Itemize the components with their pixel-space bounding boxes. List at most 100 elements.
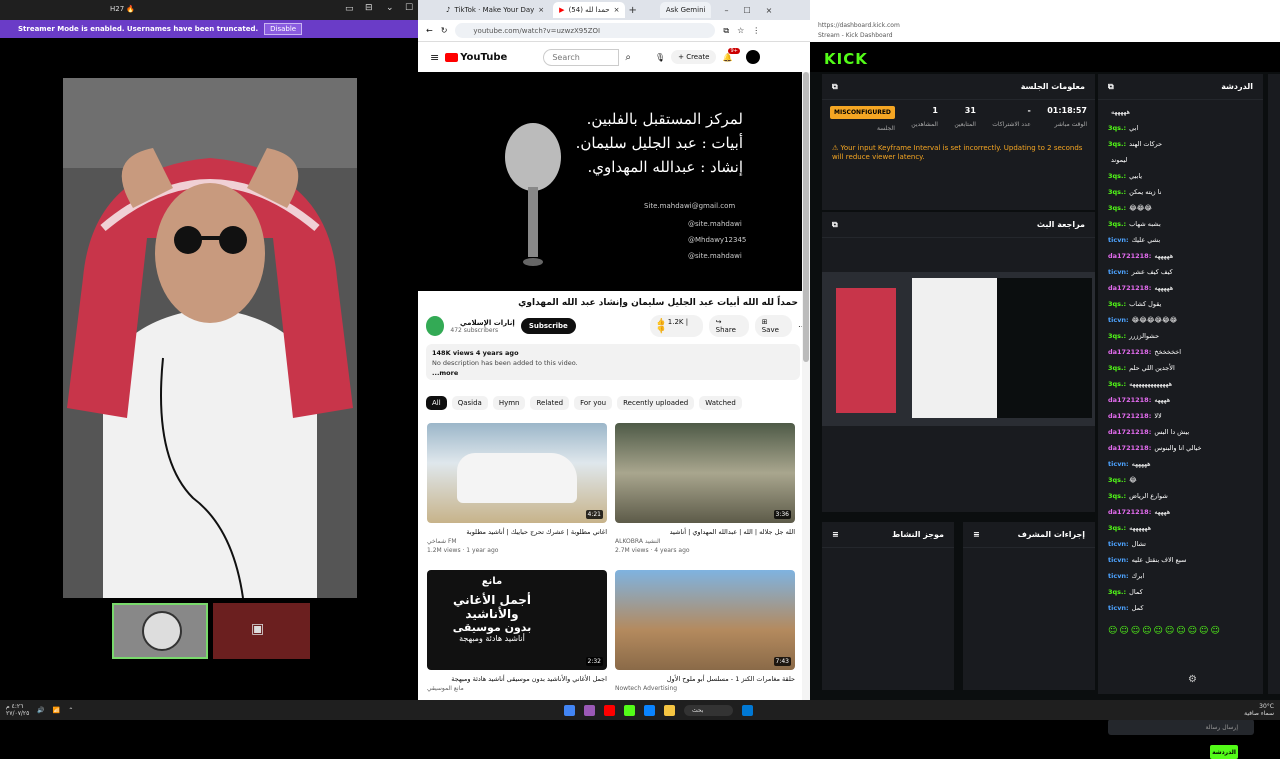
video-card[interactable]: 4:21 اغاني مطلوبة | عشرك تحرج حبايبك | أ… [427,423,607,555]
clock[interactable]: ٤:٢٦ م ٢٧/٠٧/٢٥ [6,703,29,717]
video-card[interactable]: 3:36 الله جل جلاله | الله | عبدالله المه… [615,423,795,555]
scrollbar[interactable] [802,72,810,700]
chat-username[interactable]: da1721218: [1108,284,1151,292]
video-thumbnail[interactable]: 4:21 [427,423,607,523]
chat-username[interactable]: 3qs.: [1108,380,1126,388]
minimize-icon[interactable]: – [724,6,728,15]
video-thumbnail[interactable]: مانع أجمل الأغاني والأناشيد بدون موسيقى … [427,570,607,670]
subscribe-button[interactable]: Subscribe [520,318,576,334]
mic-icon[interactable]: 🎙 [655,53,665,62]
chat-username[interactable]: da1721218: [1108,348,1151,356]
chat-username[interactable]: da1721218: [1108,444,1151,452]
video-card-title[interactable]: اجمل الأغاني والأناشيد بدون موسيقى أناشي… [427,675,607,684]
more-link[interactable]: ...more [432,368,794,378]
bell-icon[interactable]: 🔔 9+ [722,47,740,62]
video-card-title[interactable]: اغاني مطلوبة | عشرك تحرج حبايبك | أناشيد… [427,528,607,537]
chat-username[interactable]: 3qs.: [1108,492,1126,500]
video-thumbnail[interactable]: 3:36 [615,423,795,523]
edge-icon[interactable] [644,704,656,716]
chat-username[interactable]: ticvn: [1108,604,1129,612]
folder-icon[interactable] [664,704,676,716]
app-icon[interactable] [584,704,596,716]
chat-username[interactable]: 3qs.: [1108,332,1126,340]
ask-gemini-button[interactable]: Ask Gemini [659,2,712,18]
chat-username[interactable]: 3qs.: [1108,476,1126,484]
filter-icon[interactable]: ≡ [973,530,980,539]
share-button[interactable]: ↪ Share [708,315,749,337]
stream-preview-screen[interactable] [822,272,1095,426]
popout-icon[interactable]: ⧉ [832,82,838,92]
scrollbar-thumb[interactable] [803,72,809,362]
chat-username[interactable]: 3qs.: [1108,172,1126,180]
filter-icon[interactable]: ≡ [832,530,839,539]
chat-username[interactable]: da1721218: [1108,508,1151,516]
video-card-channel[interactable]: شماخي FM [427,537,607,546]
chevron-down-icon[interactable]: ⌄ [386,3,394,13]
chat-username[interactable]: 3qs.: [1108,364,1126,372]
chrome-icon[interactable] [564,704,576,716]
cast-icon[interactable]: ⧉ [723,26,729,36]
popout-icon[interactable]: ⧉ [832,220,838,230]
kick-url[interactable]: https://dashboard.kick.com [818,21,1272,31]
chat-username[interactable]: 3qs.: [1108,524,1126,532]
channel-avatar[interactable] [426,316,445,336]
chat-username[interactable]: 3qs.: [1108,204,1126,212]
minimize-icon[interactable]: ▭ [345,4,354,14]
chat-username[interactable]: ticvn: [1108,316,1129,324]
participant-thumbnail[interactable] [112,603,208,659]
description-box[interactable]: 148K views 4 years ago No description ha… [426,344,800,380]
windows-start-icon[interactable] [742,704,754,716]
video-card-title[interactable]: حلقة مغامرات الكنز 1 - مسلسل أبو ملوح ال… [615,675,795,684]
close-window-icon[interactable]: × [766,6,773,15]
camera-off-tile[interactable]: ▣ [213,603,310,659]
search-icon[interactable]: ⌕ [625,52,631,63]
chat-username[interactable]: 3qs.: [1108,188,1126,196]
weather-widget[interactable]: 30°C سماء صافية [1244,703,1274,717]
wifi-icon[interactable]: 📶 [53,707,60,714]
new-tab-icon[interactable]: + [628,5,636,16]
maximize-icon[interactable]: ☐ [405,3,413,13]
chat-username[interactable]: 3qs.: [1108,140,1126,148]
youtube-app-icon[interactable] [604,704,616,716]
chat-username[interactable]: da1721218: [1108,412,1151,420]
channel-name[interactable]: إنارات الإسلامي [450,319,515,327]
chevron-up-icon[interactable]: ⌃ [68,707,73,714]
chat-username[interactable]: da1721218: [1108,396,1151,404]
chat-username[interactable]: da1721218: [1108,252,1151,260]
kick-app-icon[interactable] [624,704,636,716]
chat-send-button[interactable]: الدردشة [1210,745,1238,759]
video-card[interactable]: مانع أجمل الأغاني والأناشيد بدون موسيقى … [427,570,607,693]
popout-icon[interactable]: ⧉ [1108,82,1114,92]
chat-username[interactable]: ticvn: [1108,268,1129,276]
chat-username[interactable]: 3qs.: [1108,300,1126,308]
avatar[interactable] [746,50,761,64]
gear-icon[interactable]: ⚙ [1188,674,1197,685]
chip-watched[interactable]: Watched [699,396,742,410]
close-icon[interactable]: × [614,6,620,14]
chat-username[interactable]: 3qs.: [1108,588,1126,596]
chat-username[interactable]: da1721218: [1108,428,1151,436]
chat-username[interactable]: 3qs.: [1108,220,1126,228]
chat-username[interactable]: ticvn: [1108,572,1129,580]
chip-recently-uploaded[interactable]: Recently uploaded [617,396,695,410]
disable-button[interactable]: Disable [264,23,303,35]
back-icon[interactable]: ← [426,26,433,35]
create-button[interactable]: + Create [671,50,717,64]
maximize-icon[interactable]: ☐ [743,6,750,15]
bookmark-star-icon[interactable]: ☆ [737,26,744,35]
menu-icon[interactable]: ≡ [430,51,439,64]
url-field[interactable]: youtube.com/watch?v=uzwzX95ZOI [455,23,716,38]
chip-all[interactable]: All [426,396,447,410]
video-player[interactable]: لمركز المستقبل بالفلبين. أبيات : عبد الج… [418,72,803,291]
chat-username[interactable]: ticvn: [1108,540,1129,548]
video-card[interactable]: 7:43 حلقة مغامرات الكنز 1 - مسلسل أبو مل… [615,570,795,693]
tab-youtube[interactable]: ▶ (54) حمدا لله × [553,2,626,18]
chip-qasida[interactable]: Qasida [451,396,488,410]
search-input[interactable]: Search [543,48,620,66]
kick-logo[interactable]: KICK [824,50,868,68]
video-card-title[interactable]: الله جل جلاله | الله | عبدالله المهداوي … [615,528,795,537]
youtube-logo[interactable]: YouTube [445,52,507,63]
save-button[interactable]: ⊞ Save [754,315,792,337]
tab-tiktok[interactable]: ♪ TikTok · Make Your Day × [440,2,550,18]
emote-bar[interactable]: ☺☺☺☺☺☺☺☺☺☺ [1108,626,1254,640]
